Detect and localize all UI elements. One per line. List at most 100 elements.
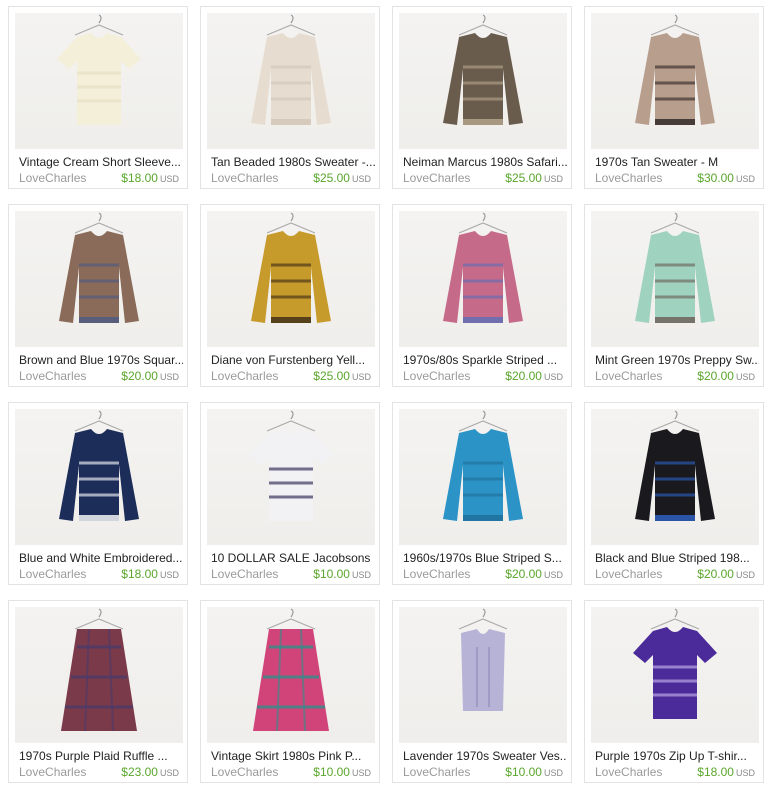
- shop-name[interactable]: LoveCharles: [595, 369, 662, 383]
- price-amount: $25.00: [313, 369, 350, 383]
- listing-title[interactable]: 10 DOLLAR SALE Jacobsons: [211, 551, 375, 565]
- listing-card[interactable]: Mint Green 1970s Preppy Sw... LoveCharle…: [584, 204, 764, 387]
- listing-card[interactable]: 1970s Tan Sweater - M LoveCharles $30.00…: [584, 6, 764, 189]
- shop-name[interactable]: LoveCharles: [595, 171, 662, 185]
- shop-name[interactable]: LoveCharles: [19, 369, 86, 383]
- listing-title[interactable]: 1970s Tan Sweater - M: [595, 155, 759, 169]
- listing-title[interactable]: Neiman Marcus 1980s Safari...: [403, 155, 567, 169]
- listing-image[interactable]: [207, 607, 375, 743]
- price-currency: USD: [543, 372, 563, 382]
- shop-name[interactable]: LoveCharles: [19, 765, 86, 779]
- listing-image[interactable]: [399, 13, 567, 149]
- shop-name[interactable]: LoveCharles: [19, 171, 86, 185]
- price-amount: $20.00: [697, 567, 734, 581]
- listing-card[interactable]: Brown and Blue 1970s Squar... LoveCharle…: [8, 204, 188, 387]
- listing-price: $20.00 USD: [505, 567, 563, 581]
- price-amount: $20.00: [121, 369, 158, 383]
- listing-title[interactable]: Vintage Cream Short Sleeve...: [19, 155, 183, 169]
- listing-title[interactable]: 1970s/80s Sparkle Striped ...: [403, 353, 567, 367]
- price-currency: USD: [351, 372, 371, 382]
- listing-card[interactable]: Neiman Marcus 1980s Safari... LoveCharle…: [392, 6, 572, 189]
- listing-price: $20.00 USD: [121, 369, 179, 383]
- listing-image[interactable]: [15, 607, 183, 743]
- listing-title[interactable]: Purple 1970s Zip Up T-shir...: [595, 749, 759, 763]
- listing-price: $18.00 USD: [121, 567, 179, 581]
- shop-name[interactable]: LoveCharles: [19, 567, 86, 581]
- listing-card[interactable]: Tan Beaded 1980s Sweater -... LoveCharle…: [200, 6, 380, 189]
- shop-name[interactable]: LoveCharles: [595, 765, 662, 779]
- listing-image[interactable]: [15, 409, 183, 545]
- listing-card[interactable]: Purple 1970s Zip Up T-shir... LoveCharle…: [584, 600, 764, 783]
- listing-title[interactable]: Blue and White Embroidered...: [19, 551, 183, 565]
- listing-image[interactable]: [207, 211, 375, 347]
- price-amount: $25.00: [505, 171, 542, 185]
- listing-price: $25.00 USD: [313, 171, 371, 185]
- shop-name[interactable]: LoveCharles: [403, 369, 470, 383]
- price-amount: $20.00: [505, 567, 542, 581]
- listing-card[interactable]: Lavender 1970s Sweater Ves... LoveCharle…: [392, 600, 572, 783]
- listing-title[interactable]: 1960s/1970s Blue Striped S...: [403, 551, 567, 565]
- shop-name[interactable]: LoveCharles: [211, 765, 278, 779]
- listing-image[interactable]: [207, 409, 375, 545]
- listing-card[interactable]: 1970s/80s Sparkle Striped ... LoveCharle…: [392, 204, 572, 387]
- listing-title[interactable]: 1970s Purple Plaid Ruffle ...: [19, 749, 183, 763]
- listing-price: $20.00 USD: [697, 567, 755, 581]
- listing-title[interactable]: Tan Beaded 1980s Sweater -...: [211, 155, 375, 169]
- listing-card[interactable]: Blue and White Embroidered... LoveCharle…: [8, 402, 188, 585]
- price-currency: USD: [735, 372, 755, 382]
- price-amount: $10.00: [505, 765, 542, 779]
- listing-title[interactable]: Diane von Furstenberg Yell...: [211, 353, 375, 367]
- listing-price: $10.00 USD: [505, 765, 563, 779]
- price-currency: USD: [159, 372, 179, 382]
- listing-price: $25.00 USD: [505, 171, 563, 185]
- shop-name[interactable]: LoveCharles: [403, 567, 470, 581]
- listing-card[interactable]: Vintage Skirt 1980s Pink P... LoveCharle…: [200, 600, 380, 783]
- price-amount: $30.00: [697, 171, 734, 185]
- listing-title[interactable]: Vintage Skirt 1980s Pink P...: [211, 749, 375, 763]
- listing-title[interactable]: Brown and Blue 1970s Squar...: [19, 353, 183, 367]
- price-currency: USD: [351, 174, 371, 184]
- shop-name[interactable]: LoveCharles: [403, 765, 470, 779]
- listing-title[interactable]: Lavender 1970s Sweater Ves...: [403, 749, 567, 763]
- listing-title[interactable]: Black and Blue Striped 198...: [595, 551, 759, 565]
- listing-image[interactable]: [207, 13, 375, 149]
- price-amount: $20.00: [505, 369, 542, 383]
- listing-card[interactable]: Diane von Furstenberg Yell... LoveCharle…: [200, 204, 380, 387]
- price-amount: $20.00: [697, 369, 734, 383]
- listing-card[interactable]: 1960s/1970s Blue Striped S... LoveCharle…: [392, 402, 572, 585]
- listing-image[interactable]: [591, 211, 759, 347]
- price-amount: $25.00: [313, 171, 350, 185]
- price-amount: $18.00: [697, 765, 734, 779]
- listing-title[interactable]: Mint Green 1970s Preppy Sw...: [595, 353, 759, 367]
- price-currency: USD: [735, 768, 755, 778]
- listing-image[interactable]: [15, 13, 183, 149]
- price-currency: USD: [543, 570, 563, 580]
- price-amount: $18.00: [121, 171, 158, 185]
- price-currency: USD: [159, 570, 179, 580]
- price-amount: $10.00: [313, 567, 350, 581]
- listing-image[interactable]: [591, 607, 759, 743]
- listing-card[interactable]: Black and Blue Striped 198... LoveCharle…: [584, 402, 764, 585]
- shop-name[interactable]: LoveCharles: [211, 369, 278, 383]
- listing-image[interactable]: [399, 409, 567, 545]
- shop-name[interactable]: LoveCharles: [211, 171, 278, 185]
- shop-name[interactable]: LoveCharles: [595, 567, 662, 581]
- price-amount: $10.00: [313, 765, 350, 779]
- listing-card[interactable]: 1970s Purple Plaid Ruffle ... LoveCharle…: [8, 600, 188, 783]
- shop-name[interactable]: LoveCharles: [211, 567, 278, 581]
- price-currency: USD: [351, 570, 371, 580]
- listing-image[interactable]: [399, 211, 567, 347]
- listing-image[interactable]: [591, 409, 759, 545]
- listing-card[interactable]: Vintage Cream Short Sleeve... LoveCharle…: [8, 6, 188, 189]
- shop-name[interactable]: LoveCharles: [403, 171, 470, 185]
- listing-price: $23.00 USD: [121, 765, 179, 779]
- listing-price: $18.00 USD: [697, 765, 755, 779]
- listing-image[interactable]: [15, 211, 183, 347]
- listing-image[interactable]: [399, 607, 567, 743]
- listing-price: $30.00 USD: [697, 171, 755, 185]
- price-currency: USD: [543, 768, 563, 778]
- listing-image[interactable]: [591, 13, 759, 149]
- listing-card[interactable]: 10 DOLLAR SALE Jacobsons LoveCharles $10…: [200, 402, 380, 585]
- price-currency: USD: [159, 174, 179, 184]
- listing-price: $20.00 USD: [697, 369, 755, 383]
